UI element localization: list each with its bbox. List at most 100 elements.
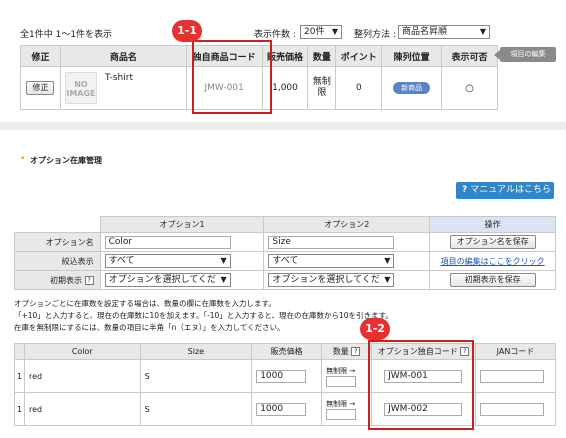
option2-initial-select[interactable]: オプションを選択してくだ ▼ xyxy=(268,273,395,287)
option-settings-table: オプション1 オプション2 操作 オプション名 オプション名を保存 絞込表示 す… xyxy=(14,216,556,290)
highlight-box-1-1 xyxy=(192,40,272,114)
col-option2: オプション2 xyxy=(263,216,431,233)
qty-text-1: 無制 xyxy=(312,77,331,87)
option2-initial-value: オプションを選択してくだ xyxy=(272,275,380,285)
table-row: 1 red S 無制限 → xyxy=(14,392,556,426)
save-initial-cell: 初期表示を保存 xyxy=(429,270,556,290)
price-input[interactable] xyxy=(256,402,307,416)
col-points: ポイント xyxy=(335,45,383,67)
chevron-down-icon: ▼ xyxy=(220,256,227,265)
name-cell: NO IMAGE T-shirt xyxy=(59,66,187,110)
sort-value: 商品名昇順 xyxy=(402,27,448,37)
row-color: red xyxy=(23,392,141,426)
col-qty-label: 数量 xyxy=(332,347,349,356)
edit-button[interactable]: 修正 xyxy=(26,81,55,95)
option2-filter-select[interactable]: すべて ▼ xyxy=(268,254,395,268)
section-bullet-icon: • xyxy=(20,154,26,164)
jan-input[interactable] xyxy=(480,369,544,383)
option-name-label: オプション名 xyxy=(14,232,101,252)
option1-filter-select[interactable]: すべて ▼ xyxy=(104,254,231,268)
info-line-3: 在庫を無制限にするには、数量の項目に半角「n（エヌ）」を入力してください。 xyxy=(14,323,285,332)
step-badge-1-2: 1-2 xyxy=(360,318,390,340)
option1-name-cell xyxy=(99,232,265,252)
product-name-link[interactable]: T-shirt xyxy=(105,73,133,83)
row-size: S xyxy=(139,392,253,426)
col-size: Size xyxy=(139,343,253,360)
option1-name-input[interactable] xyxy=(104,235,231,249)
col-num xyxy=(14,343,25,360)
col-price: 販売価格 xyxy=(251,343,323,360)
col-edit: 修正 xyxy=(20,45,61,67)
step-badge-1-1: 1-1 xyxy=(172,20,202,42)
info-line-2: 「+10」と入力すると、現在の在庫数に10を加えます。「-10」と入力すると、現… xyxy=(14,311,393,320)
row-num: 1 xyxy=(14,359,25,393)
result-count: 全1件中 1〜1件を表示 xyxy=(20,30,113,40)
price-input[interactable] xyxy=(256,369,307,383)
edit-items-link[interactable]: 項目の編集はここをクリック xyxy=(441,257,545,266)
row-size: S xyxy=(139,359,253,393)
qty-cell: 無制 限 xyxy=(307,66,337,110)
blank-header xyxy=(14,216,101,233)
section-separator xyxy=(0,122,566,130)
visible-cell[interactable]: ○ xyxy=(441,66,498,110)
option2-name-cell xyxy=(263,232,431,252)
per-page-label: 表示件数 : xyxy=(254,30,296,40)
option1-filter-cell: すべて ▼ xyxy=(99,251,265,271)
initial-display-label-cell: 初期表示 ? xyxy=(14,270,101,290)
option2-filter-cell: すべて ▼ xyxy=(263,251,431,271)
qty-input[interactable] xyxy=(326,408,357,420)
row-num: 1 xyxy=(14,392,25,426)
manual-button-label: マニュアルはこちら xyxy=(470,185,551,195)
save-initial-display-button[interactable]: 初期表示を保存 xyxy=(449,273,536,287)
col-qty: 数量 xyxy=(307,45,337,67)
chevron-down-icon: ▼ xyxy=(220,275,227,284)
option2-initial-cell: オプションを選択してくだ ▼ xyxy=(263,270,431,290)
col-actions: 操作 xyxy=(429,216,556,233)
row-color: red xyxy=(23,359,141,393)
noimage-icon: NO IMAGE xyxy=(64,72,97,104)
save-option-name-button[interactable]: オプション名を保存 xyxy=(449,235,536,249)
col-position: 陳列位置 xyxy=(381,45,443,67)
chevron-down-icon: ▼ xyxy=(384,275,391,284)
qty-text-2: 限 xyxy=(317,88,327,98)
qty-cell: 無制限 → xyxy=(321,359,373,393)
edit-items-tab[interactable]: 項目の編集 xyxy=(500,47,556,62)
initial-display-row: 初期表示 ? オプションを選択してくだ ▼ オプションを選択してくだ ▼ 初期表示を… xyxy=(14,270,556,290)
jan-input[interactable] xyxy=(480,402,544,416)
points-cell: 0 xyxy=(335,66,383,110)
sort-select[interactable]: 商品名昇順 ▼ xyxy=(398,25,490,39)
option-name-row: オプション名 オプション名を保存 xyxy=(14,232,556,252)
jan-cell xyxy=(475,392,556,426)
option2-filter-value: すべて xyxy=(272,256,299,266)
unlimited-label: 無制限 → xyxy=(326,399,356,408)
initial-display-label: 初期表示 xyxy=(50,275,83,285)
inventory-table-header: Color Size 販売価格 数量 ? オプション独自コード ? JANコード xyxy=(14,343,556,360)
help-icon[interactable]: ? xyxy=(351,347,361,356)
col-jan: JANコード xyxy=(475,343,556,360)
save-name-cell: オプション名を保存 xyxy=(429,232,556,252)
manual-button[interactable]: ? マニュアルはこちら xyxy=(456,182,554,199)
edit-link-cell: 項目の編集はここをクリック xyxy=(429,251,556,271)
table-row: 1 red S 無制限 → xyxy=(14,359,556,393)
edit-items-label: 項目の編集 xyxy=(510,50,546,58)
chevron-down-icon: ▼ xyxy=(331,27,338,36)
edit-cell: 修正 xyxy=(20,66,61,110)
option2-name-input[interactable] xyxy=(268,235,395,249)
info-line-1: オプションごとに在庫数を設定する場合は、数量の欄に在庫数を入力します。 xyxy=(14,299,276,308)
sort-label: 整列方法 : xyxy=(354,30,396,40)
filter-label: 絞込表示 xyxy=(14,251,101,271)
info-text: オプションごとに在庫数を設定する場合は、数量の欄に在庫数を入力します。 「+10… xyxy=(14,298,559,334)
help-icon[interactable]: ? xyxy=(84,275,94,285)
option1-initial-cell: オプションを選択してくだ ▼ xyxy=(99,270,265,290)
qty-input[interactable] xyxy=(326,375,357,387)
jan-cell xyxy=(475,359,556,393)
per-page-select[interactable]: 20件 ▼ xyxy=(300,25,342,39)
option1-initial-select[interactable]: オプションを選択してくだ ▼ xyxy=(104,273,231,287)
tab-arrow-icon xyxy=(494,50,500,60)
col-visible: 表示可否 xyxy=(441,45,498,67)
unlimited-label: 無制限 → xyxy=(326,366,356,375)
position-cell: 新商品 xyxy=(381,66,443,110)
chevron-down-icon: ▼ xyxy=(479,27,486,36)
option1-initial-value: オプションを選択してくだ xyxy=(108,275,217,285)
option1-filter-value: すべて xyxy=(108,256,135,266)
